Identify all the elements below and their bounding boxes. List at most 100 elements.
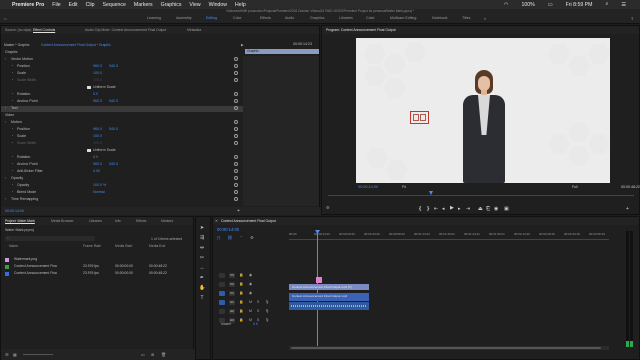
reset-parameter-icon[interactable] [234,127,238,131]
toggle-output-icon[interactable]: ◉ [249,282,252,286]
uniform-scale-checkbox[interactable] [87,148,91,152]
home-icon[interactable]: ⌂ [4,16,6,21]
reset-parameter-icon[interactable] [234,134,238,138]
type-tool-icon[interactable]: T [199,295,205,301]
reset-parameter-icon[interactable] [234,141,238,145]
tab-media-browser[interactable]: Media Browser [51,219,74,223]
voiceover-record-icon[interactable]: 🎙 [265,318,269,322]
effect-property-row[interactable]: Scale Width ◔ 100.0 [1,141,243,147]
lock-track-icon[interactable]: 🔒 [239,291,243,295]
new-bin-icon[interactable]: ▭ [141,352,145,357]
stopwatch-icon[interactable]: ◔ [11,141,13,145]
source-patch-button[interactable] [219,273,225,278]
project-row[interactable]: Context Announcement Fina 23.976 fps 00:… [5,271,189,277]
effect-property-row[interactable]: Rotation ◔ 0.0 [1,92,243,98]
column-media-start[interactable]: Media Start [115,244,132,248]
source-patch-button[interactable] [219,309,225,314]
ripple-edit-tool-icon[interactable]: ⇹ [199,245,205,251]
menu-sequence[interactable]: Sequence [103,2,126,8]
track-header-v1[interactable]: V1 🔒 ◉ [215,290,287,298]
effect-property-row[interactable]: Scale ◔ 100.0 [1,71,243,77]
menu-graphics[interactable]: Graphics [161,2,182,8]
project-search-input[interactable]: ⌕ [5,236,95,241]
menu-clip[interactable]: Clip [86,2,95,8]
program-monitor-title[interactable]: Program: Context Announcement Final Outp… [326,28,396,32]
track-select-tool-icon[interactable]: ⇶ [199,235,205,241]
reset-parameter-icon[interactable] [234,78,238,82]
export-frame-icon[interactable]: ◉ [494,206,498,212]
workspace-tab-titles[interactable]: Titles [462,16,470,20]
new-item-icon[interactable]: ⊞ [151,352,154,357]
menubar-clock[interactable]: Fri 8:59 PM [566,2,593,8]
comparison-view-icon[interactable]: ▣ [504,206,509,212]
reset-parameter-icon[interactable] [234,99,238,103]
effect-property-value[interactable]: 100.0 [93,78,102,82]
trash-icon[interactable]: 🗑 [161,352,166,357]
menu-list-icon[interactable]: ☰ [621,2,626,8]
menu-view[interactable]: View [189,2,200,8]
project-row[interactable]: Watermark.png [5,257,189,263]
effect-property-row[interactable]: Position ◔ 960.0 540.0 [1,64,243,70]
watermark-clip-v3[interactable] [316,277,322,283]
stopwatch-icon[interactable]: ◔ [11,99,13,103]
reset-parameter-icon[interactable] [234,183,238,187]
project-row[interactable]: Context Announcement Fina 23.976 fps 00:… [5,264,189,270]
mute-button[interactable]: M [249,300,252,304]
effect-property-row[interactable]: Uniform Scale [1,85,243,91]
tab-metadata[interactable]: Metadata [187,28,201,32]
effect-property-value[interactable]: 960.0 [93,99,102,103]
program-scrubber[interactable] [328,191,634,196]
workspace-tab-color[interactable]: Color [233,16,242,20]
sequence-tab[interactable]: Context Announcement Final Output [221,219,276,223]
workspace-tab-notebook[interactable]: Notebook [432,16,447,20]
lock-track-icon[interactable]: 🔒 [239,300,243,304]
effect-property-row[interactable]: Time Remapping › [1,197,243,203]
reset-parameter-icon[interactable] [234,106,238,110]
tab-source[interactable]: Source: (no clips) [5,28,31,32]
menu-help[interactable]: Help [235,2,246,8]
ec-sequence-clip-label[interactable]: Context Announcement Final Output * Grap… [41,43,111,47]
more-workspaces-icon[interactable]: » [484,16,486,21]
mark-in-icon[interactable]: ❴ [418,206,422,212]
tab-audio-clip-mixer[interactable]: Audio Clip Mixer: Context Announcement F… [85,28,166,32]
stopwatch-icon[interactable]: ◔ [11,134,13,138]
track-name[interactable]: V1 [229,291,235,296]
play-icon[interactable]: ▶ [450,205,454,211]
workspace-tab-learning[interactable]: Learning [147,16,161,20]
tab-effects[interactable]: Effects [136,219,146,223]
effect-property-row[interactable]: Opacity › [1,176,243,182]
effect-property-row[interactable]: Anti-flicker Filter ◔ 0.00 [1,169,243,175]
selection-tool-icon[interactable]: ➤ [199,225,205,231]
disclosure-triangle-icon[interactable]: › [5,106,6,110]
ec-filter-icon[interactable]: ⏷ [237,208,240,213]
workspace-tab-audio[interactable]: Audio [285,16,294,20]
effect-property-value[interactable]: 100.0 [93,134,102,138]
button-editor-icon[interactable]: + [626,206,629,212]
track-header-a1[interactable]: A1 🔒 M S 🎙 [215,299,287,307]
track-name[interactable]: A3 [229,318,235,323]
disclosure-triangle-icon[interactable]: › [5,120,6,124]
effect-property-row[interactable]: Graphic [1,50,243,56]
menu-markers[interactable]: Markers [134,2,153,8]
menu-app-name[interactable]: Premiere Pro [12,2,44,8]
go-to-in-icon[interactable]: ⇤ [434,206,438,212]
track-name[interactable]: A2 [229,309,235,314]
step-back-icon[interactable]: ◂ [442,206,445,212]
reset-parameter-icon[interactable] [234,57,238,61]
solo-button[interactable]: S [257,309,259,313]
workspace-tab-libraries[interactable]: Libraries [339,16,353,20]
ec-footer-timecode[interactable]: 00:00:14:00 [5,209,24,213]
effect-property-value-2[interactable]: 540.0 [109,127,118,131]
effect-property-value[interactable]: 100.0 [93,71,102,75]
pen-tool-icon[interactable]: ✒ [199,275,205,281]
reset-parameter-icon[interactable] [234,162,238,166]
source-patch-button[interactable] [219,318,225,323]
workspace-tab-multicam[interactable]: Multicam Editing [390,16,416,20]
workspace-tab-graphics[interactable]: Graphics [310,16,324,20]
effect-property-value-2[interactable]: 540.0 [109,99,118,103]
tab-info[interactable]: Info [115,219,121,223]
disclosure-triangle-icon[interactable]: › [5,176,6,180]
lock-track-icon[interactable]: 🔒 [239,282,243,286]
stopwatch-icon[interactable]: ◔ [11,169,13,173]
effect-property-value[interactable]: 100.0 [93,141,102,145]
